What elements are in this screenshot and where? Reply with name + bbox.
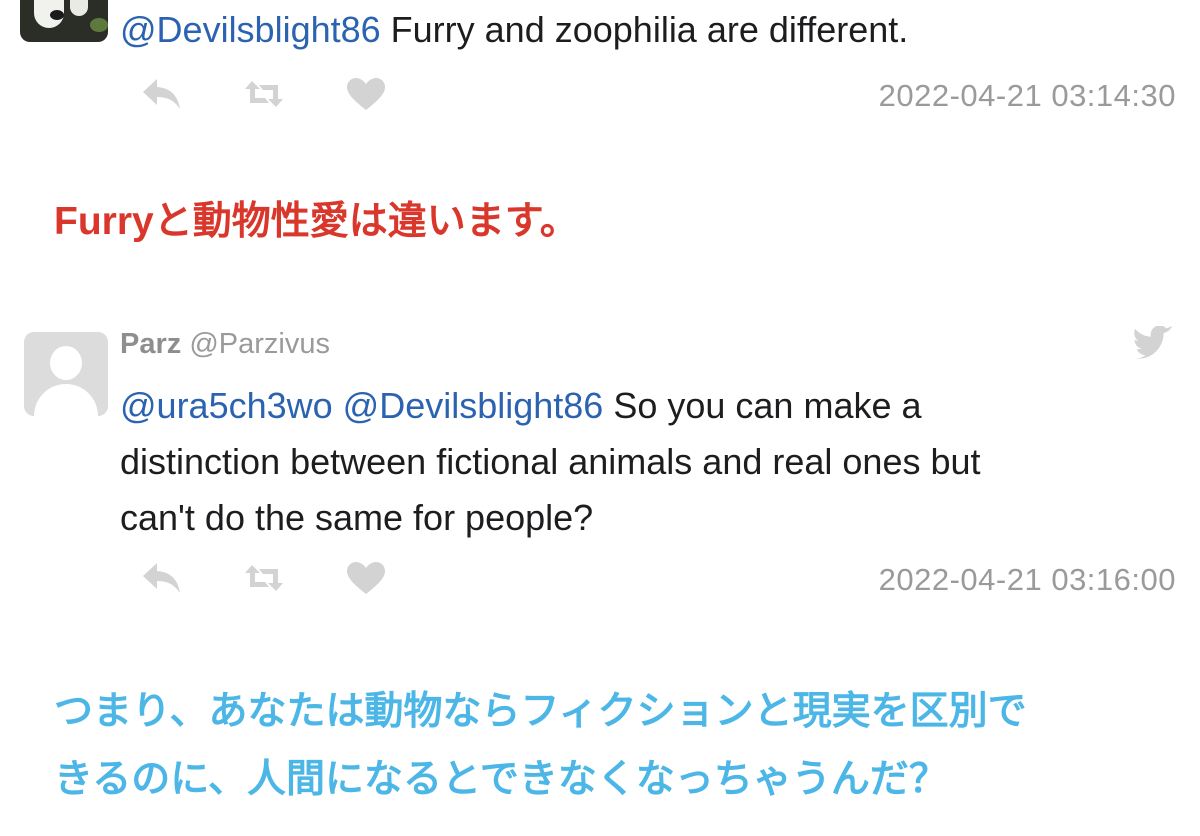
tweet-1-text: @Devilsblight86 Furry and zoophilia are …: [120, 2, 908, 58]
like-button[interactable]: [344, 72, 388, 116]
tweet-2-timestamp[interactable]: 2022-04-21 03:16:00: [879, 562, 1176, 598]
user-handle[interactable]: @Parzivus: [189, 328, 330, 360]
tweet-thread-screenshot: @Devilsblight86 Furry and zoophilia are …: [0, 0, 1200, 836]
display-name[interactable]: Parz: [120, 328, 181, 360]
tweet-2-body-1: So you can make a: [603, 385, 922, 426]
avatar-nose: [50, 10, 64, 20]
heart-icon: [347, 78, 385, 110]
default-avatar-body: [34, 384, 98, 416]
reply-button[interactable]: [140, 556, 184, 600]
caption-translation-2-line-2: きるのに、人間になるとできなくなっちゃうんだ？: [54, 758, 948, 801]
like-button[interactable]: [344, 556, 388, 600]
reply-button[interactable]: [140, 72, 184, 116]
user-avatar-devilsblight[interactable]: [20, 0, 108, 42]
avatar-leaf: [90, 18, 108, 32]
retweet-button[interactable]: [242, 556, 286, 600]
default-avatar-head: [50, 346, 82, 380]
reply-icon: [143, 563, 180, 593]
caption-translation-1: Furryと動物性愛は違います。: [54, 200, 579, 243]
mention-links[interactable]: @ura5ch3wo @Devilsblight86: [120, 385, 603, 426]
tweet-2-user-line: Parz @Parzivus: [120, 324, 330, 364]
tweet-2-text-line-2: distinction between fictional animals an…: [120, 441, 981, 482]
tweet-1-timestamp[interactable]: 2022-04-21 03:14:30: [879, 78, 1176, 114]
retweet-icon: [245, 81, 283, 107]
avatar-fur: [70, 0, 88, 16]
reply-icon: [143, 79, 180, 109]
tweet-2-text-line-3: can't do the same for people?: [120, 497, 594, 538]
twitter-bird-icon[interactable]: [1134, 326, 1176, 360]
caption-translation-2-line-1: つまり、あなたは動物ならフィクションと現実を区別で: [54, 690, 1027, 733]
tweet-1-body: Furry and zoophilia are different.: [380, 9, 909, 50]
retweet-button[interactable]: [242, 72, 286, 116]
tweet-2-actions: [140, 556, 388, 600]
user-avatar-parz[interactable]: [24, 332, 108, 416]
retweet-icon: [245, 565, 283, 591]
mention-link[interactable]: @Devilsblight86: [120, 9, 381, 50]
tweet-2-text-line-1: @ura5ch3wo @Devilsblight86 So you can ma…: [120, 378, 922, 434]
heart-icon: [347, 562, 385, 594]
tweet-1-actions: [140, 72, 388, 116]
